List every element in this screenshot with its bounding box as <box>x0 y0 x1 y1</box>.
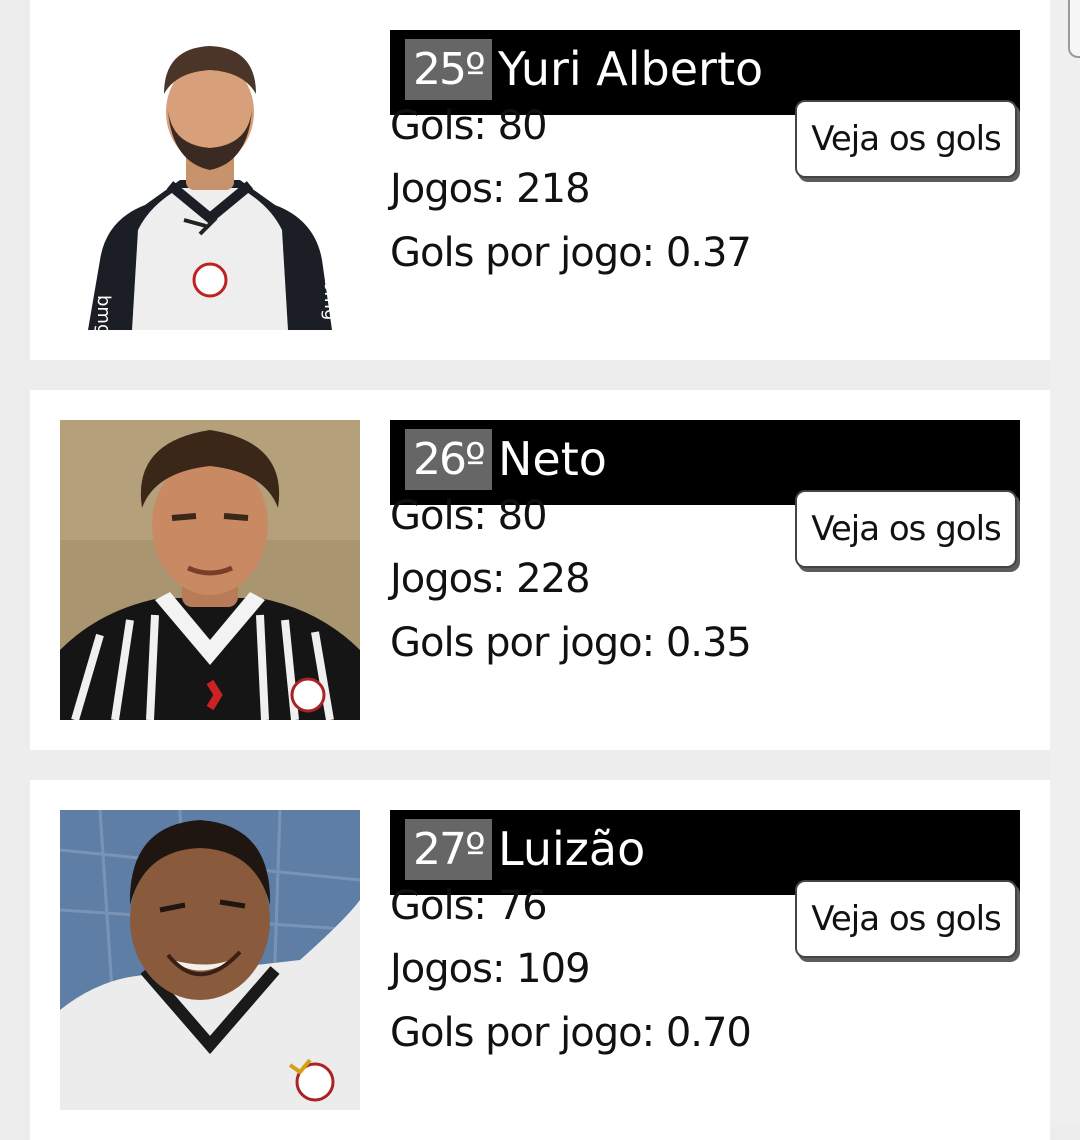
player-photo-image: bmg bmg <box>60 30 360 330</box>
games-label: Jogos: <box>390 166 517 212</box>
see-goals-button[interactable]: Veja os gols <box>795 490 1017 568</box>
player-card: 27º Luizão Gols: 76 Jogos: 109 Gols por … <box>30 780 1050 1140</box>
see-goals-button[interactable]: Veja os gols <box>795 880 1017 958</box>
goals-label: Gols: <box>390 883 498 929</box>
player-photo <box>60 810 360 1110</box>
goals-value: 80 <box>497 103 548 149</box>
games-value: 218 <box>516 166 590 212</box>
goals-per-game-label: Gols por jogo: <box>390 1010 666 1056</box>
games-label: Jogos: <box>390 556 517 602</box>
player-photo: bmg bmg <box>60 30 360 330</box>
goals-label: Gols: <box>390 493 498 539</box>
goals-stat: Gols: 80 <box>390 490 548 542</box>
goals-per-game-label: Gols por jogo: <box>390 620 666 666</box>
rank-number: 25º <box>405 39 492 100</box>
scrollbar-track[interactable] <box>1050 0 1080 1126</box>
see-goals-button[interactable]: Veja os gols <box>795 100 1017 178</box>
goals-per-game-stat: Gols por jogo: 0.35 <box>390 617 752 669</box>
svg-text:bmg: bmg <box>320 280 341 320</box>
games-label: Jogos: <box>390 946 517 992</box>
player-name: Yuri Alberto <box>498 42 764 96</box>
goals-stat: Gols: 76 <box>390 880 548 932</box>
games-stat: Jogos: 228 <box>390 553 591 605</box>
player-photo-image <box>60 420 360 720</box>
goals-stat: Gols: 80 <box>390 100 548 152</box>
goals-per-game-value: 0.35 <box>665 620 752 666</box>
goals-label: Gols: <box>390 103 498 149</box>
games-stat: Jogos: 109 <box>390 943 591 995</box>
scrollbar-thumb[interactable] <box>1068 0 1080 58</box>
goals-per-game-value: 0.70 <box>665 1010 752 1056</box>
goals-per-game-value: 0.37 <box>665 230 752 276</box>
goals-per-game-stat: Gols por jogo: 0.70 <box>390 1007 752 1059</box>
player-name: Neto <box>498 432 607 486</box>
games-stat: Jogos: 218 <box>390 163 591 215</box>
player-card: bmg bmg 25º Yuri Alberto Gols: 80 Jogos:… <box>30 0 1050 360</box>
goals-value: 76 <box>497 883 548 929</box>
player-card: 26º Neto Gols: 80 Jogos: 228 Gols por jo… <box>30 390 1050 750</box>
player-name: Luizão <box>498 822 646 876</box>
svg-text:bmg: bmg <box>93 295 114 330</box>
goals-per-game-stat: Gols por jogo: 0.37 <box>390 227 752 279</box>
player-photo <box>60 420 360 720</box>
games-value: 228 <box>516 556 590 602</box>
rank-number: 27º <box>405 819 492 880</box>
goals-per-game-label: Gols por jogo: <box>390 230 666 276</box>
games-value: 109 <box>516 946 590 992</box>
player-photo-image <box>60 810 360 1110</box>
rank-number: 26º <box>405 429 492 490</box>
goals-value: 80 <box>497 493 548 539</box>
